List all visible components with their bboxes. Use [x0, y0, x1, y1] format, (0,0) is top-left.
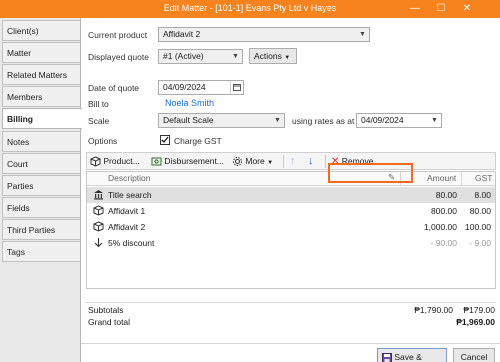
chevron-down-icon: ▼ [232, 53, 239, 60]
column-header-amount[interactable]: Amount [427, 173, 456, 183]
calendar-icon[interactable] [230, 81, 243, 94]
table-row[interactable]: Affidavit 2 1,000.00 100.00 [87, 219, 495, 235]
window-title-bar: Edit Matter - [101-1] Evans Pty Ltd v Ha… [0, 0, 500, 18]
current-product-value: Affidavit 2 [163, 29, 201, 39]
tab-notes[interactable]: Notes [2, 131, 80, 152]
column-header-gst[interactable]: GST [475, 173, 492, 183]
chevron-down-icon: ▼ [431, 117, 438, 124]
checkmark-icon [161, 136, 169, 144]
row-gst: 100.00 [465, 222, 491, 232]
tab-matter[interactable]: Matter [2, 42, 80, 63]
row-amount: 800.00 [431, 206, 457, 216]
scale-select[interactable]: Default Scale ▼ [158, 113, 285, 128]
grand-total-value: ₱1,969.00 [456, 317, 495, 327]
date-of-quote-value: 04/09/2024 [163, 82, 206, 92]
charge-gst-label: Charge GST [174, 136, 222, 146]
billing-toolbar: Product... Disbursement... More ▼ ↑ ↓ ✕ … [86, 152, 496, 170]
toolbar-divider [325, 155, 326, 168]
rates-date-input[interactable]: 04/09/2024 ▼ [356, 113, 442, 128]
add-product-button[interactable]: Product... [90, 154, 140, 169]
row-description: 5% discount [108, 238, 155, 248]
chevron-down-icon: ▼ [284, 55, 291, 61]
save-close-button[interactable]: Save & Close [377, 348, 447, 362]
displayed-quote-value: #1 (Active) [163, 51, 204, 61]
down-arrow-icon [94, 238, 103, 248]
row-description: Title search [108, 190, 152, 200]
date-of-quote-input[interactable]: 04/09/2024 [158, 80, 244, 95]
subtotals-label: Subtotals [88, 305, 124, 315]
table-row[interactable]: 5% discount - 90.00 - 9.00 [87, 235, 495, 251]
chevron-down-icon: ▼ [267, 160, 274, 166]
bank-icon [94, 190, 103, 200]
product-box-icon [93, 221, 104, 232]
tab-tags[interactable]: Tags [2, 241, 80, 262]
row-gst: - 9.00 [469, 238, 491, 248]
row-amount: - 90.00 [430, 238, 457, 248]
add-product-label: Product... [103, 156, 140, 166]
tab-parties[interactable]: Parties [2, 175, 80, 196]
scale-label: Scale [88, 116, 110, 126]
tab-members[interactable]: Members [2, 86, 80, 107]
current-product-select[interactable]: Affidavit 2 ▼ [158, 27, 370, 42]
options-label: Options [88, 136, 118, 146]
subtotals-amount: ₱1,790.00 [414, 305, 453, 315]
close-button[interactable]: ✕ [456, 2, 478, 16]
tab-third-parties[interactable]: Third Parties [2, 219, 80, 240]
current-product-label: Current product [88, 30, 148, 40]
highlight-annotation [328, 163, 413, 183]
row-amount: 80.00 [435, 190, 457, 200]
displayed-quote-label: Displayed quote [88, 52, 149, 62]
move-up-icon[interactable]: ↑ [290, 154, 296, 169]
column-header-description[interactable]: Description [108, 173, 151, 183]
billing-items-table: Description ✎ Amount GST Title search 80… [86, 171, 496, 289]
billing-panel: Current product Affidavit 2 ▼ Displayed … [81, 18, 500, 362]
add-disbursement-button[interactable]: Disbursement... [151, 154, 224, 169]
charge-gst-checkbox[interactable] [160, 135, 170, 145]
add-disbursement-label: Disbursement... [164, 156, 224, 166]
table-header: Description ✎ Amount GST [87, 172, 495, 186]
footer-divider [81, 343, 500, 344]
actions-button[interactable]: Actions ▼ [249, 48, 297, 64]
grand-total-label: Grand total [88, 317, 131, 327]
row-gst: 80.00 [469, 206, 491, 216]
rates-label: using rates as at [292, 116, 355, 126]
section-tabs: Client(s) Matter Related Matters Members… [0, 18, 82, 362]
subtotals-gst: ₱179.00 [463, 305, 495, 315]
scale-value: Default Scale [163, 115, 214, 125]
more-button[interactable]: More ▼ [232, 154, 273, 169]
row-gst: 8.00 [474, 190, 491, 200]
toolbar-divider [283, 155, 284, 168]
row-description: Affidavit 1 [108, 206, 146, 216]
rates-date-value: 04/09/2024 [361, 115, 404, 125]
chevron-down-icon: ▼ [274, 117, 281, 124]
product-box-icon [90, 156, 101, 167]
table-row[interactable]: Affidavit 1 800.00 80.00 [87, 203, 495, 219]
actions-button-label: Actions [254, 51, 282, 61]
table-row[interactable]: Title search 80.00 8.00 [87, 187, 495, 203]
tab-court[interactable]: Court [2, 153, 80, 174]
move-down-icon[interactable]: ↓ [308, 154, 314, 169]
floppy-disk-icon [382, 352, 392, 362]
totals-divider [86, 302, 496, 303]
row-amount: 1,000.00 [423, 222, 457, 232]
row-description: Affidavit 2 [108, 222, 146, 232]
date-of-quote-label: Date of quote [88, 83, 140, 93]
tab-clients[interactable]: Client(s) [2, 20, 80, 41]
minimize-button[interactable]: — [404, 2, 426, 16]
disbursement-icon [151, 157, 162, 166]
header-divider [461, 172, 462, 185]
cancel-button[interactable]: Cancel [453, 348, 495, 362]
bill-to-label: Bill to [88, 99, 109, 109]
tab-billing[interactable]: Billing [2, 108, 82, 129]
bill-to-link[interactable]: Noela Smith [165, 98, 214, 108]
chevron-down-icon: ▼ [359, 31, 366, 38]
tab-related-matters[interactable]: Related Matters [2, 64, 80, 85]
tab-fields[interactable]: Fields [2, 197, 80, 218]
more-label: More [245, 156, 265, 166]
gear-icon [233, 157, 242, 167]
maximize-button[interactable]: ☐ [430, 2, 452, 16]
product-box-icon [93, 205, 104, 216]
displayed-quote-select[interactable]: #1 (Active) ▼ [158, 49, 243, 64]
